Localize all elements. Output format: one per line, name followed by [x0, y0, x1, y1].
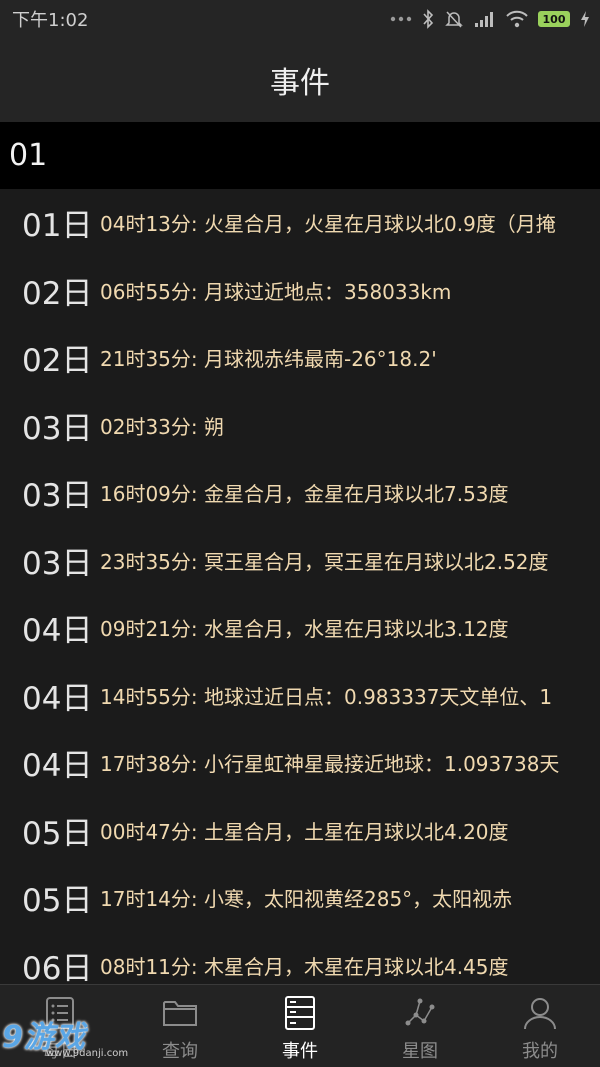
status-time: 下午1:02 — [12, 10, 89, 31]
person-icon — [524, 998, 556, 1030]
server-list-icon — [285, 996, 315, 1030]
event-row[interactable]: 04日 09时21分: 水星合月，水星在月球以北3.12度 — [0, 594, 600, 662]
nav-tab-mine[interactable]: 我的 — [480, 985, 600, 1067]
event-day: 03日 — [22, 478, 93, 515]
nav-tab-query[interactable]: 查询 — [120, 985, 240, 1067]
event-row[interactable]: 05日 17时14分: 小寒，太阳视黄经285°，太阳视赤 — [0, 864, 600, 932]
event-text: 06时55分: 月球过近地点：358033km — [100, 279, 452, 304]
mute-bell-icon — [445, 11, 463, 28]
event-text: 08时11分: 木星合月，木星在月球以北4.45度 — [100, 954, 509, 979]
nav-label: 星图 — [402, 1041, 438, 1062]
event-row[interactable]: 06日 08时11分: 木星合月，木星在月球以北4.45度 — [0, 932, 600, 984]
event-row[interactable]: 04日 17时38分: 小行星虹神星最接近地球：1.093738天 — [0, 729, 600, 797]
event-row[interactable]: 02日 06时55分: 月球过近地点：358033km — [0, 257, 600, 325]
event-text: 02时33分: 朔 — [100, 414, 224, 439]
nav-tab-starmap[interactable]: 星图 — [360, 985, 480, 1067]
constellation-icon — [405, 998, 435, 1026]
event-row[interactable]: 03日 02时33分: 朔 — [0, 392, 600, 460]
event-text: 17时38分: 小行星虹神星最接近地球：1.093738天 — [100, 752, 560, 777]
event-day: 03日 — [22, 410, 93, 447]
battery-indicator: 100 — [538, 11, 570, 27]
status-bar: 下午1:02 100 — [0, 0, 600, 38]
event-row[interactable]: 04日 14时55分: 地球过近日点：0.983337天文单位、1 — [0, 662, 600, 730]
event-text: 14时55分: 地球过近日点：0.983337天文单位、1 — [100, 684, 553, 709]
event-text: 09时21分: 水星合月，水星在月球以北3.12度 — [100, 617, 509, 642]
event-day: 01日 — [22, 208, 93, 245]
event-list[interactable]: 01日 04时13分: 火星合月，火星在月球以北0.9度（月掩 02日 06时5… — [0, 189, 600, 984]
event-day: 04日 — [22, 680, 93, 717]
event-day: 04日 — [22, 748, 93, 785]
bluetooth-icon — [423, 9, 434, 29]
nav-label: 事件 — [282, 1041, 318, 1062]
event-text: 04时13分: 火星合月，火星在月球以北0.9度（月掩 — [100, 212, 556, 237]
month-label: 01 — [9, 138, 48, 173]
nav-label: 我的 — [522, 1041, 558, 1062]
nav-tab-events[interactable]: 事件 — [240, 985, 360, 1067]
page-header: 事件 — [0, 38, 600, 123]
charging-icon — [581, 11, 589, 27]
event-text: 23时35分: 冥王星合月，冥王星在月球以北2.52度 — [100, 549, 549, 574]
event-day: 03日 — [22, 545, 93, 582]
event-day: 05日 — [22, 883, 93, 920]
page-title: 事件 — [270, 66, 330, 101]
list-icon — [46, 997, 74, 1029]
nav-label: 查询 — [162, 1041, 198, 1062]
more-dots-icon — [390, 16, 412, 22]
event-day: 04日 — [22, 613, 93, 650]
nav-tab-daily[interactable]: 每日 — [0, 985, 120, 1067]
event-text: 21时35分: 月球视赤纬最南-26°18.2' — [100, 347, 437, 372]
month-bar[interactable]: 01 — [0, 122, 600, 189]
event-row[interactable]: 01日 04时13分: 火星合月，火星在月球以北0.9度（月掩 — [0, 189, 600, 257]
event-day: 05日 — [22, 815, 93, 852]
event-day: 02日 — [22, 275, 93, 312]
event-text: 17时14分: 小寒，太阳视黄经285°，太阳视赤 — [100, 887, 513, 912]
nav-label: 每日 — [42, 1041, 78, 1062]
event-day: 02日 — [22, 343, 93, 380]
folder-icon — [163, 1001, 197, 1026]
signal-icon — [475, 12, 493, 27]
event-day: 06日 — [22, 950, 93, 984]
bottom-nav: 每日 查询 事件 星图 我的 — [0, 984, 600, 1067]
wifi-icon — [506, 10, 528, 28]
event-row[interactable]: 02日 21时35分: 月球视赤纬最南-26°18.2' — [0, 324, 600, 392]
event-row[interactable]: 03日 16时09分: 金星合月，金星在月球以北7.53度 — [0, 459, 600, 527]
event-row[interactable]: 05日 00时47分: 土星合月，土星在月球以北4.20度 — [0, 797, 600, 865]
event-text: 16时09分: 金星合月，金星在月球以北7.53度 — [100, 482, 509, 507]
status-icons: 100 — [390, 9, 590, 29]
event-text: 00时47分: 土星合月，土星在月球以北4.20度 — [100, 819, 509, 844]
event-row[interactable]: 03日 23时35分: 冥王星合月，冥王星在月球以北2.52度 — [0, 527, 600, 595]
